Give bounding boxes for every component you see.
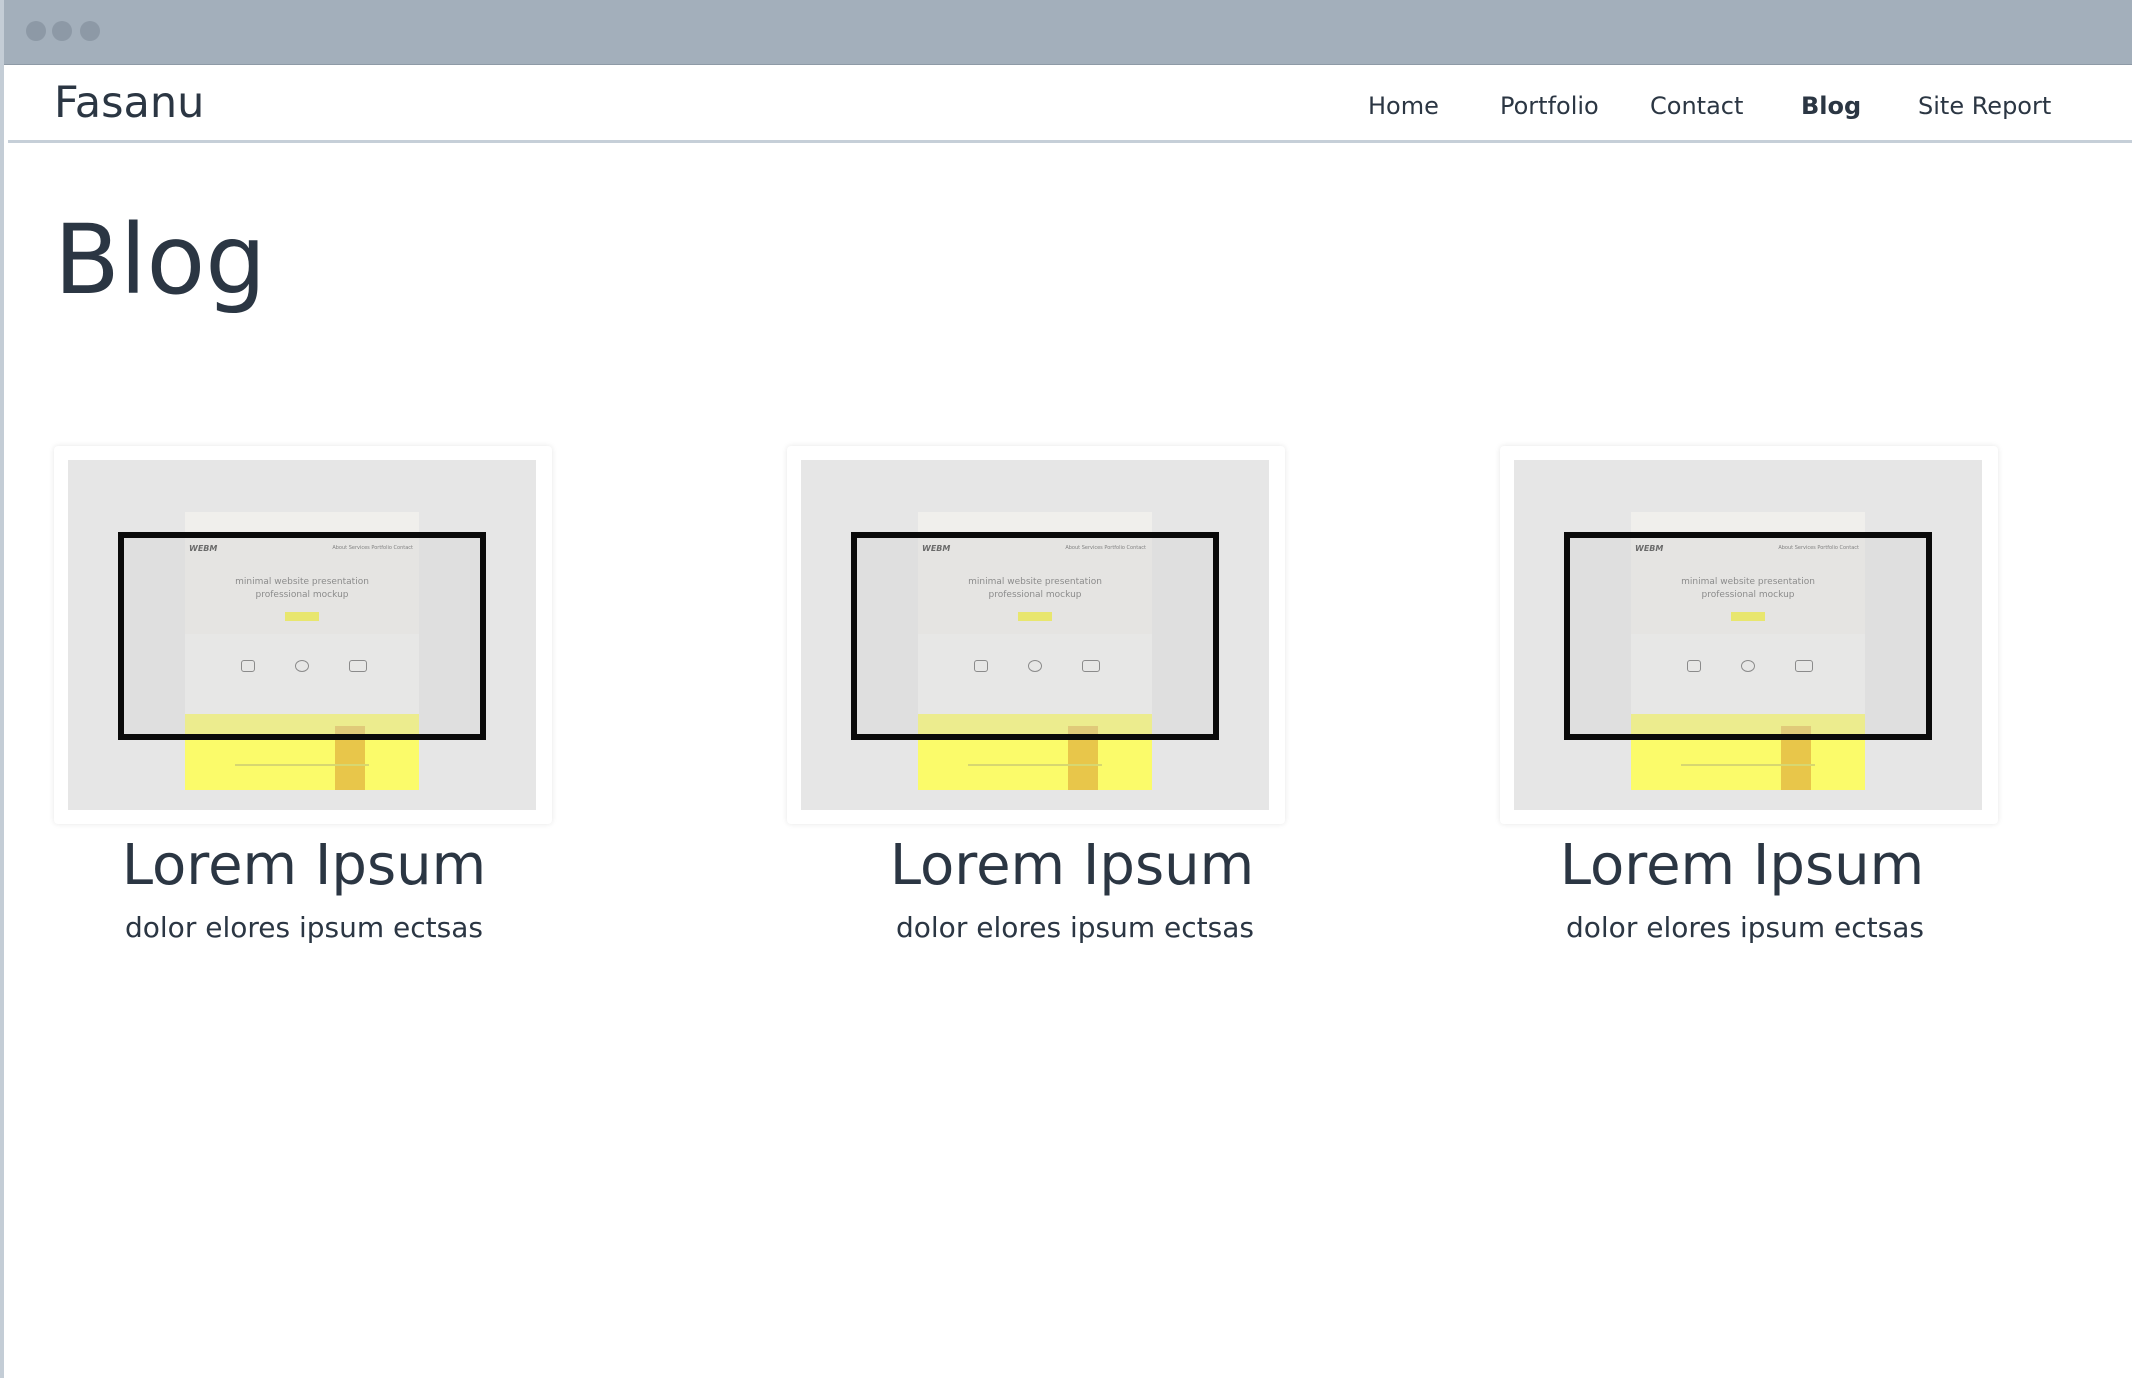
blog-card-title[interactable]: Lorem Ipsum bbox=[1442, 834, 2042, 898]
blog-card-thumbnail[interactable]: WEBM About Services Portfolio Contact mi… bbox=[801, 460, 1269, 810]
monitor-frame bbox=[118, 532, 486, 740]
site-brand[interactable]: Fasanu bbox=[54, 79, 204, 127]
browser-window: Fasanu Home Portfolio Contact Blog Site … bbox=[0, 0, 2132, 1378]
window-titlebar bbox=[4, 0, 2132, 65]
blog-card-title[interactable]: Lorem Ipsum bbox=[4, 834, 604, 898]
blog-card-title[interactable]: Lorem Ipsum bbox=[772, 834, 1372, 898]
window-minimize-dot[interactable] bbox=[52, 21, 72, 41]
site-navbar: Fasanu Home Portfolio Contact Blog Site … bbox=[8, 65, 2132, 143]
page-title: Blog bbox=[54, 204, 267, 316]
nav-link-home[interactable]: Home bbox=[1368, 91, 1439, 121]
blog-card[interactable]: WEBM About Services Portfolio Contact mi… bbox=[787, 446, 1285, 824]
blog-card-thumbnail[interactable]: WEBM About Services Portfolio Contact mi… bbox=[68, 460, 536, 810]
monitor-frame bbox=[1564, 532, 1932, 740]
nav-link-site-report[interactable]: Site Report bbox=[1918, 91, 2051, 121]
blog-card-subtitle: dolor elores ipsum ectsas bbox=[896, 911, 1254, 944]
blog-card[interactable]: WEBM About Services Portfolio Contact mi… bbox=[1500, 446, 1998, 824]
nav-link-blog[interactable]: Blog bbox=[1801, 91, 1861, 121]
window-close-dot[interactable] bbox=[26, 21, 46, 41]
window-maximize-dot[interactable] bbox=[80, 21, 100, 41]
nav-link-contact[interactable]: Contact bbox=[1650, 91, 1743, 121]
blog-card-subtitle: dolor elores ipsum ectsas bbox=[125, 911, 483, 944]
blog-card-subtitle: dolor elores ipsum ectsas bbox=[1566, 911, 1924, 944]
blog-card-thumbnail[interactable]: WEBM About Services Portfolio Contact mi… bbox=[1514, 460, 1982, 810]
nav-link-portfolio[interactable]: Portfolio bbox=[1500, 91, 1599, 121]
blog-card[interactable]: WEBM About Services Portfolio Contact mi… bbox=[54, 446, 552, 824]
monitor-frame bbox=[851, 532, 1219, 740]
